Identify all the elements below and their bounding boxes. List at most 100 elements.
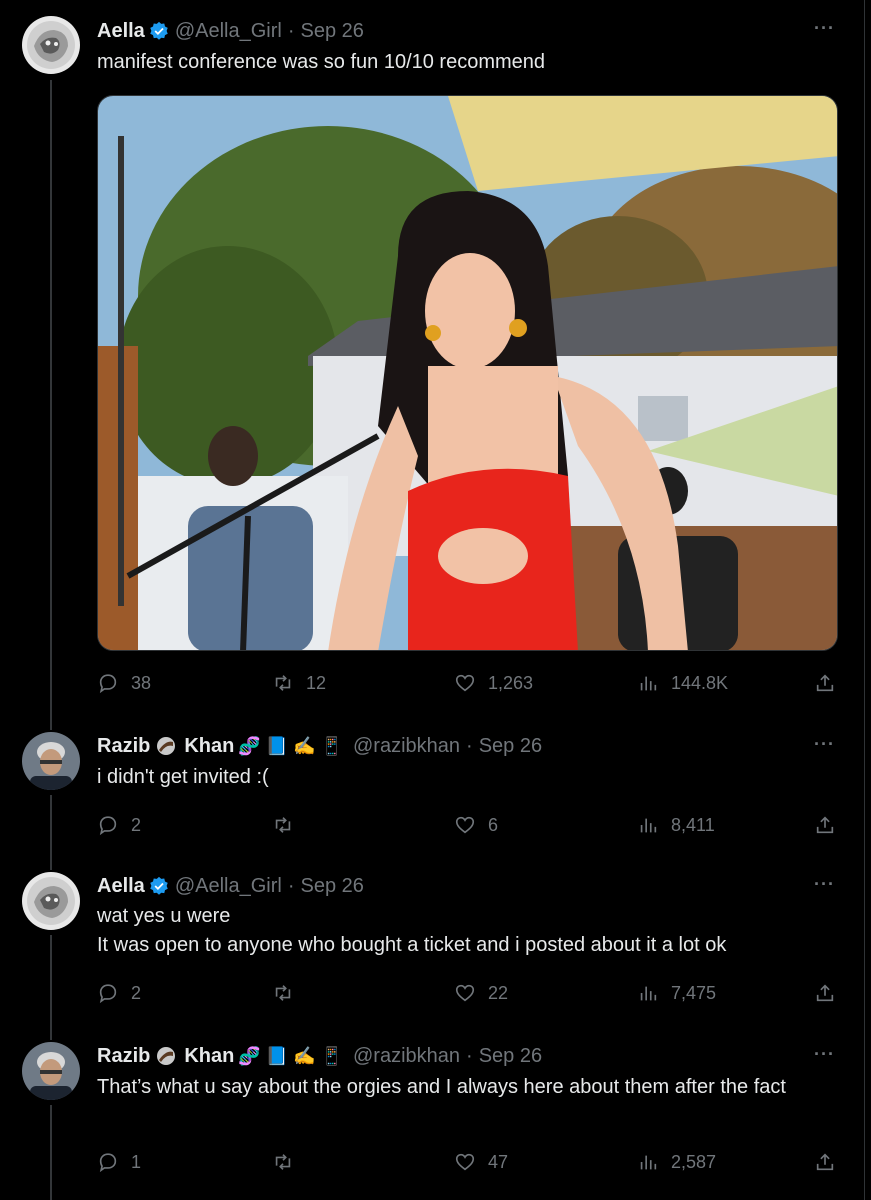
timestamp[interactable]: Sep 26: [301, 875, 364, 898]
display-name-last[interactable]: Khan: [184, 1045, 234, 1068]
reply-button[interactable]: 1: [97, 1147, 141, 1177]
separator: ·: [466, 734, 473, 757]
share-button[interactable]: [814, 668, 836, 698]
name-emojis: 🧬 📘 ✍️ 📱: [238, 1046, 343, 1066]
retweet-button[interactable]: [272, 978, 306, 1008]
views-button[interactable]: 7,475: [637, 978, 716, 1008]
retweet-icon: [275, 1154, 291, 1170]
like-count: 22: [488, 982, 509, 1003]
share-button[interactable]: [814, 810, 836, 840]
more-icon[interactable]: ···: [814, 18, 835, 39]
tweet-actions: 38 12 1,263 144.8K: [97, 668, 847, 698]
tweet-header: Razib Khan 🧬 📘 ✍️ 📱 @razibkhan · Sep 26: [97, 733, 542, 759]
separator: ·: [466, 1044, 473, 1067]
views-button[interactable]: 8,411: [637, 810, 715, 840]
handle[interactable]: @Aella_Girl: [175, 875, 282, 898]
heart-icon: [455, 1153, 475, 1171]
tweet-photo[interactable]: [97, 95, 838, 651]
like-button[interactable]: 6: [454, 810, 498, 840]
tweet-text: i didn't get invited :(: [97, 766, 269, 788]
share-button[interactable]: [814, 1147, 836, 1177]
share-icon: [816, 984, 834, 1002]
name-emojis: 🧬 📘 ✍️ 📱: [238, 736, 343, 756]
retweet-button[interactable]: 12: [272, 668, 326, 698]
timestamp[interactable]: Sep 26: [479, 1045, 542, 1068]
retweet-icon: [275, 675, 291, 691]
verified-badge-icon: [150, 876, 168, 895]
reply-icon: [99, 674, 117, 694]
like-button[interactable]: 47: [454, 1147, 508, 1177]
share-button[interactable]: [814, 978, 836, 1008]
reply-button[interactable]: 2: [97, 978, 141, 1008]
timestamp[interactable]: Sep 26: [479, 735, 542, 758]
verified-badge-icon: [150, 21, 168, 40]
reply-button[interactable]: 2: [97, 810, 141, 840]
reply-count: 38: [131, 672, 152, 693]
like-count: 1,263: [488, 672, 534, 693]
display-name-first[interactable]: Razib: [97, 735, 150, 758]
retweet-button[interactable]: [272, 1147, 306, 1177]
handle[interactable]: @razibkhan: [353, 735, 460, 758]
tweet[interactable]: Aella @Aella_Girl · Sep 26 ··· wat yes u…: [0, 862, 865, 1032]
reply-icon: [99, 984, 117, 1004]
tweet-text: manifest conference was so fun 10/10 rec…: [97, 51, 546, 73]
tweet-actions: 2 22 7,475: [97, 978, 847, 1008]
retweet-icon: [275, 985, 291, 1001]
tweet-header: Razib Khan 🧬 📘 ✍️ 📱 @razibkhan · Sep 26: [97, 1043, 542, 1069]
view-count: 7,475: [671, 982, 717, 1003]
share-icon: [816, 1153, 834, 1171]
display-name-last[interactable]: Khan: [184, 735, 234, 758]
avatar[interactable]: [22, 16, 80, 74]
more-icon[interactable]: ···: [814, 734, 835, 755]
reply-count: 1: [131, 1151, 142, 1172]
display-name-first[interactable]: Razib: [97, 1045, 150, 1068]
view-count: 144.8K: [671, 672, 729, 693]
heart-icon: [455, 674, 475, 692]
heart-icon: [455, 816, 475, 834]
views-icon: [640, 1155, 657, 1170]
reply-icon: [99, 1153, 117, 1173]
tweet-header: Aella @Aella_Girl · Sep 26: [97, 873, 364, 899]
avatar[interactable]: [22, 732, 80, 790]
view-count: 8,411: [671, 814, 715, 835]
view-count: 2,587: [671, 1151, 717, 1172]
tweet-text-line1: wat yes u were: [97, 905, 231, 927]
views-icon: [640, 818, 657, 833]
reply-count: 2: [131, 982, 142, 1003]
heart-icon: [455, 984, 475, 1002]
retweet-icon: [275, 817, 291, 833]
views-button[interactable]: 144.8K: [637, 668, 728, 698]
like-count: 6: [488, 814, 499, 835]
tweet-header: Aella @Aella_Girl · Sep 26: [97, 18, 364, 44]
tweet[interactable]: Razib Khan 🧬 📘 ✍️ 📱 @razibkhan · Sep 26 …: [0, 720, 865, 865]
retweet-button[interactable]: [272, 810, 306, 840]
avatar[interactable]: [22, 1042, 80, 1100]
tweet-text-line2: It was open to anyone who bought a ticke…: [97, 934, 727, 956]
avatar[interactable]: [22, 872, 80, 930]
views-button[interactable]: 2,587: [637, 1147, 716, 1177]
views-icon: [640, 676, 657, 691]
tweet-actions: 2 6 8,411: [97, 810, 847, 840]
handle[interactable]: @Aella_Girl: [175, 20, 282, 43]
tweet[interactable]: Aella @Aella_Girl · Sep 26 ··· manifest …: [0, 0, 865, 720]
reply-button[interactable]: 38: [97, 668, 151, 698]
tweet-actions: 1 47 2,587: [97, 1147, 847, 1177]
like-button[interactable]: 22: [454, 978, 508, 1008]
tweet[interactable]: Razib Khan 🧬 📘 ✍️ 📱 @razibkhan · Sep 26 …: [0, 1030, 865, 1200]
display-name[interactable]: Aella: [97, 20, 145, 43]
handle[interactable]: @razibkhan: [353, 1045, 460, 1068]
reply-icon: [99, 816, 117, 836]
timestamp[interactable]: Sep 26: [301, 20, 364, 43]
like-count: 47: [488, 1151, 509, 1172]
display-name[interactable]: Aella: [97, 875, 145, 898]
separator: ·: [287, 874, 295, 897]
retweet-count: 12: [306, 672, 327, 693]
separator: ·: [287, 19, 295, 42]
more-icon[interactable]: ···: [814, 1044, 835, 1065]
coconut-emoji-icon: [157, 737, 176, 755]
views-icon: [640, 986, 657, 1001]
tweet-text: That’s what u say about the orgies and I…: [97, 1076, 786, 1098]
coconut-emoji-icon: [157, 1047, 176, 1065]
like-button[interactable]: 1,263: [454, 668, 533, 698]
more-icon[interactable]: ···: [814, 874, 835, 895]
